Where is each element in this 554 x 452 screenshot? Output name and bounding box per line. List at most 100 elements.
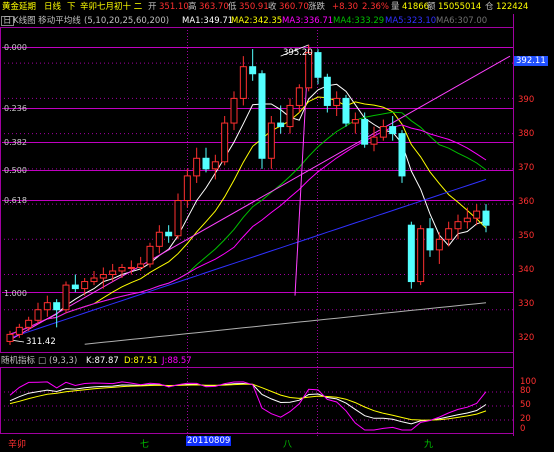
candle-body bbox=[62, 284, 70, 311]
candle-body bbox=[174, 200, 182, 237]
fib-label-0: 0.000 bbox=[4, 43, 27, 52]
candle bbox=[463, 207, 471, 229]
kdj-tick: 50 bbox=[520, 400, 531, 410]
candle-body bbox=[445, 228, 453, 240]
candle-body bbox=[351, 119, 359, 124]
price-tick: 320 bbox=[518, 333, 535, 343]
fib-label-500: 0.500 bbox=[4, 166, 27, 175]
candle bbox=[351, 112, 359, 134]
fib-label-618: 0.618 bbox=[4, 196, 27, 205]
candle bbox=[267, 116, 275, 169]
candle-body bbox=[137, 263, 145, 268]
fib-label-236: 0.236 bbox=[4, 104, 27, 113]
candle bbox=[370, 126, 378, 152]
kdj-name[interactable]: 随机指标 bbox=[1, 356, 35, 366]
candle bbox=[426, 218, 434, 257]
candle bbox=[277, 105, 285, 134]
price-tick: 330 bbox=[518, 299, 535, 309]
candle-body bbox=[193, 157, 201, 177]
date-marker: 20110809 bbox=[186, 436, 232, 446]
fib-label-382: 0.382 bbox=[4, 138, 27, 147]
candle bbox=[90, 270, 98, 286]
j-value: J:88.57 bbox=[162, 356, 192, 366]
candle bbox=[258, 70, 266, 169]
month-label: 八 bbox=[283, 440, 293, 450]
candle bbox=[230, 91, 238, 131]
kdj-toggle-button[interactable]: □ bbox=[38, 356, 46, 366]
month-label: 辛卯 bbox=[8, 440, 27, 450]
candle bbox=[482, 204, 490, 233]
candle-body bbox=[258, 73, 266, 159]
ma2-line bbox=[9, 96, 487, 335]
candle-body bbox=[370, 136, 378, 145]
d-value: D:87.51 bbox=[124, 356, 158, 366]
candle bbox=[62, 281, 70, 314]
candle bbox=[71, 274, 79, 293]
candle bbox=[43, 295, 51, 317]
kdj-indicator-bar: 随机指标 □ (9,3,3) K:87.87 D:87.51 J:88.57 bbox=[0, 354, 554, 367]
candle bbox=[137, 256, 145, 271]
candle-body bbox=[81, 281, 89, 290]
fib-label-1000: 1.000 bbox=[4, 289, 27, 298]
price-tick: 370 bbox=[518, 163, 535, 173]
kdj-tick: 0 bbox=[520, 424, 526, 434]
month-label: 九 bbox=[424, 440, 434, 450]
candle-body bbox=[295, 87, 303, 106]
ma6-line bbox=[84, 302, 487, 345]
kdj-tick: 20 bbox=[520, 414, 531, 424]
candle bbox=[407, 221, 415, 289]
high-annotation: 395.20 bbox=[283, 48, 313, 58]
candle-body bbox=[127, 266, 135, 269]
candle bbox=[165, 225, 173, 243]
candle bbox=[379, 119, 387, 141]
candle bbox=[202, 147, 210, 173]
low-annotation: 311.42 bbox=[26, 337, 56, 347]
main-panel-frame bbox=[0, 27, 514, 353]
candle-body bbox=[333, 97, 341, 106]
candle-body bbox=[34, 309, 42, 321]
candlestick-series bbox=[6, 44, 490, 345]
candle bbox=[174, 193, 182, 240]
ma4-line bbox=[9, 111, 487, 335]
candle-body bbox=[482, 210, 490, 226]
kline-chart[interactable] bbox=[0, 0, 554, 452]
candle-body bbox=[183, 175, 191, 202]
k-line bbox=[9, 382, 487, 425]
candle-body bbox=[25, 319, 33, 328]
candle bbox=[6, 330, 14, 345]
candle bbox=[417, 225, 425, 286]
price-tick: 360 bbox=[518, 197, 535, 207]
candle-body bbox=[286, 104, 294, 128]
candle-body bbox=[407, 224, 415, 283]
candle-body bbox=[211, 161, 219, 170]
candle-body bbox=[435, 238, 443, 251]
price-tick: 350 bbox=[518, 231, 535, 241]
candle-body bbox=[53, 302, 61, 311]
price-tick: 380 bbox=[518, 129, 535, 139]
candle-body bbox=[323, 76, 331, 106]
candle-body bbox=[71, 284, 79, 290]
candle bbox=[314, 49, 322, 85]
candle-body bbox=[249, 66, 257, 75]
chart-grid bbox=[0, 14, 514, 436]
kdj-tick: 80 bbox=[520, 386, 531, 396]
candle-body bbox=[230, 97, 238, 124]
candle-body bbox=[109, 270, 117, 276]
candle-body bbox=[379, 126, 387, 138]
candle-body bbox=[155, 231, 163, 247]
ma1-line bbox=[9, 83, 487, 335]
candle bbox=[25, 316, 33, 331]
candle bbox=[249, 49, 257, 81]
candle bbox=[155, 225, 163, 254]
candle-body bbox=[6, 333, 14, 342]
candle-body bbox=[277, 122, 285, 128]
candle-body bbox=[417, 228, 425, 283]
candle-body bbox=[43, 302, 51, 311]
current-price-marker: 392.11 bbox=[514, 56, 548, 66]
k-value: K:87.87 bbox=[86, 356, 119, 366]
candle bbox=[389, 116, 397, 141]
candle-body bbox=[463, 217, 471, 223]
candle-body bbox=[90, 277, 98, 283]
price-tick: 390 bbox=[518, 95, 535, 105]
candle bbox=[221, 116, 229, 166]
